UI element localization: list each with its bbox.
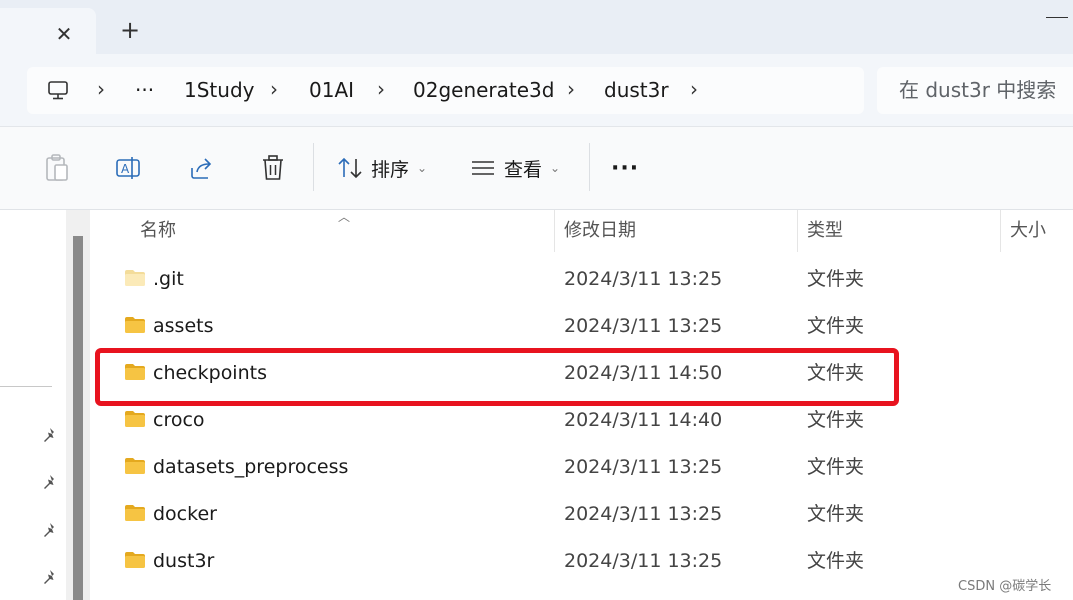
column-header-size[interactable]: 大小 bbox=[1010, 210, 1046, 252]
folder-icon bbox=[125, 458, 145, 474]
file-modified: 2024/3/11 13:25 bbox=[564, 550, 723, 572]
table-row[interactable]: datasets_preprocess 2024/3/11 13:25 文件夹 bbox=[92, 444, 1073, 491]
view-label: 查看 bbox=[504, 158, 543, 181]
rename-button[interactable]: A bbox=[115, 151, 143, 185]
pin-icon[interactable] bbox=[41, 474, 59, 492]
computer-icon[interactable] bbox=[47, 79, 69, 101]
share-button[interactable] bbox=[188, 151, 216, 185]
file-type: 文件夹 bbox=[807, 503, 865, 525]
more-options-button[interactable]: ··· bbox=[611, 151, 639, 185]
table-row[interactable]: .git 2024/3/11 13:25 文件夹 bbox=[92, 256, 1073, 303]
pin-icon[interactable] bbox=[41, 569, 59, 587]
chevron-right-icon[interactable]: › bbox=[690, 67, 698, 114]
command-bar: A 排序 ⌄ 查看 ⌄ ··· bbox=[0, 127, 1073, 210]
file-name: assets bbox=[153, 315, 214, 337]
folder-icon bbox=[125, 270, 145, 286]
folder-icon bbox=[125, 505, 145, 521]
file-modified: 2024/3/11 13:25 bbox=[564, 456, 723, 478]
chevron-right-icon[interactable]: › bbox=[270, 67, 278, 114]
share-icon bbox=[191, 158, 212, 179]
more-icon: ··· bbox=[611, 155, 640, 181]
toolbar-divider bbox=[313, 143, 314, 191]
chevron-right-icon[interactable]: › bbox=[97, 67, 105, 114]
file-type: 文件夹 bbox=[807, 550, 865, 572]
folder-icon bbox=[125, 552, 145, 568]
toolbar-divider bbox=[589, 143, 590, 191]
table-row[interactable]: docker 2024/3/11 13:25 文件夹 bbox=[92, 491, 1073, 538]
file-type: 文件夹 bbox=[807, 456, 865, 478]
column-divider[interactable] bbox=[797, 210, 798, 252]
table-row[interactable]: dust3r 2024/3/11 13:25 文件夹 bbox=[92, 538, 1073, 585]
file-type: 文件夹 bbox=[807, 315, 865, 337]
column-divider[interactable] bbox=[1000, 210, 1001, 252]
file-name: .git bbox=[153, 268, 184, 290]
breadcrumb-02generate3d[interactable]: 02generate3d bbox=[413, 67, 554, 114]
file-modified: 2024/3/11 13:25 bbox=[564, 503, 723, 525]
column-divider[interactable] bbox=[554, 210, 555, 252]
column-header-modified[interactable]: 修改日期 bbox=[564, 210, 636, 252]
file-modified: 2024/3/11 13:25 bbox=[564, 268, 723, 290]
close-tab-icon[interactable]: ✕ bbox=[52, 22, 76, 46]
paste-icon bbox=[46, 154, 68, 181]
nav-scrollbar-thumb[interactable] bbox=[73, 236, 83, 600]
breadcrumb-1study[interactable]: 1Study bbox=[184, 67, 254, 114]
chevron-right-icon[interactable]: › bbox=[377, 67, 385, 114]
sort-button[interactable]: 排序 ⌄ bbox=[337, 151, 427, 185]
minimize-icon[interactable] bbox=[1046, 17, 1068, 18]
search-input[interactable]: 在 dust3r 中搜索 bbox=[877, 67, 1073, 114]
pin-icon[interactable] bbox=[41, 427, 59, 445]
address-bar[interactable]: › ··· 1Study › 01AI › 02generate3d › dus… bbox=[27, 67, 864, 114]
address-row: › ··· 1Study › 01AI › 02generate3d › dus… bbox=[0, 54, 1073, 127]
table-row[interactable]: assets 2024/3/11 13:25 文件夹 bbox=[92, 303, 1073, 350]
sort-icon bbox=[338, 157, 362, 179]
paste-button[interactable] bbox=[44, 151, 70, 185]
watermark: CSDN @碳学长 bbox=[958, 579, 1052, 594]
chevron-right-icon[interactable]: › bbox=[567, 67, 575, 114]
view-button[interactable]: 查看 ⌄ bbox=[470, 151, 560, 185]
breadcrumb-overflow[interactable]: ··· bbox=[135, 67, 154, 114]
chevron-down-icon: ⌄ bbox=[550, 161, 561, 175]
highlight-box bbox=[95, 348, 899, 406]
folder-icon bbox=[125, 411, 145, 427]
breadcrumb-01ai[interactable]: 01AI bbox=[309, 67, 354, 114]
navigation-pane bbox=[0, 210, 90, 600]
pin-icon[interactable] bbox=[41, 522, 59, 540]
tab-strip: ✕ + bbox=[0, 0, 1073, 54]
sort-ascending-icon: ︿ bbox=[338, 210, 351, 224]
sort-label: 排序 bbox=[371, 158, 410, 181]
folder-icon bbox=[125, 317, 145, 333]
delete-icon bbox=[263, 155, 283, 180]
nav-divider bbox=[0, 386, 52, 387]
file-name: docker bbox=[153, 503, 217, 525]
file-type: 文件夹 bbox=[807, 268, 865, 290]
file-modified: 2024/3/11 13:25 bbox=[564, 315, 723, 337]
delete-button[interactable] bbox=[260, 151, 286, 185]
rename-icon: A bbox=[116, 157, 140, 179]
new-tab-icon[interactable]: + bbox=[118, 18, 142, 42]
file-name: dust3r bbox=[153, 550, 215, 572]
search-placeholder: 在 dust3r 中搜索 bbox=[899, 78, 1057, 102]
chevron-down-icon: ⌄ bbox=[417, 161, 428, 175]
tab-current[interactable]: ✕ bbox=[0, 8, 96, 54]
view-icon bbox=[472, 161, 494, 175]
column-header-type[interactable]: 类型 bbox=[807, 210, 843, 252]
breadcrumb-dust3r[interactable]: dust3r bbox=[604, 67, 669, 114]
svg-text:A: A bbox=[121, 162, 130, 176]
file-name: datasets_preprocess bbox=[153, 456, 349, 478]
column-header-name[interactable]: 名称 bbox=[140, 210, 176, 252]
